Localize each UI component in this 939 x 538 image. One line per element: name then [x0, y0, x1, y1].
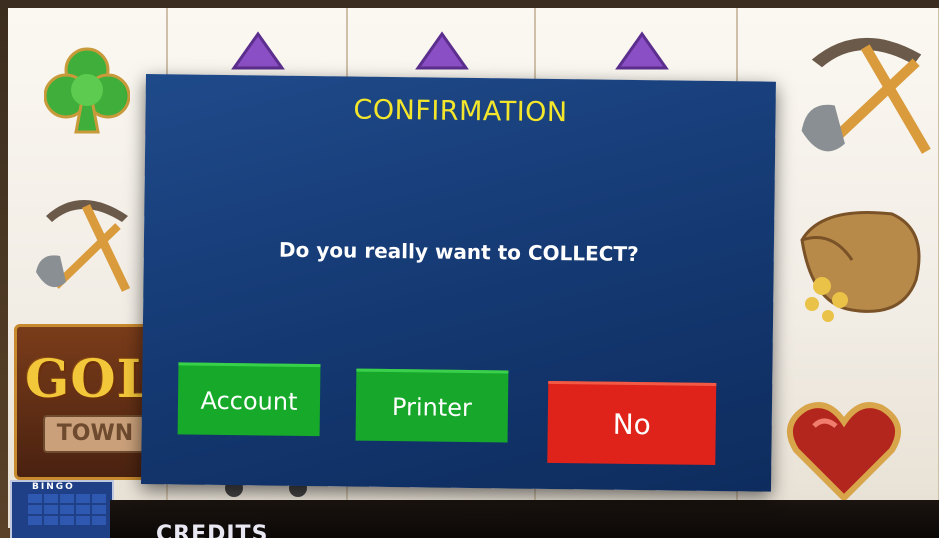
- account-button[interactable]: Account: [177, 362, 321, 437]
- logo-town-text: TOWN: [43, 415, 147, 453]
- pickaxe-icon: [36, 200, 131, 292]
- gold-bag-icon: [800, 210, 921, 322]
- confirmation-dialog: CONFIRMATION Do you really want to COLLE…: [140, 74, 776, 492]
- bingo-label: BINGO: [32, 482, 75, 492]
- bingo-grid: [28, 494, 106, 525]
- heart-icon: [786, 402, 902, 503]
- bottom-bar: CREDITS: [110, 500, 939, 538]
- slot-machine-screen: GOLD TOWN BINGO CREDITS CONFIRMATION Do …: [0, 0, 939, 538]
- printer-button[interactable]: Printer: [355, 368, 509, 443]
- bingo-card: BINGO: [10, 480, 114, 538]
- dialog-title: CONFIRMATION: [353, 94, 568, 129]
- dialog-message: Do you really want to COLLECT?: [278, 237, 639, 267]
- no-button[interactable]: No: [547, 380, 717, 465]
- club-icon: [44, 47, 130, 134]
- pickaxe-icon: [801, 37, 931, 154]
- credits-label: CREDITS: [156, 522, 269, 538]
